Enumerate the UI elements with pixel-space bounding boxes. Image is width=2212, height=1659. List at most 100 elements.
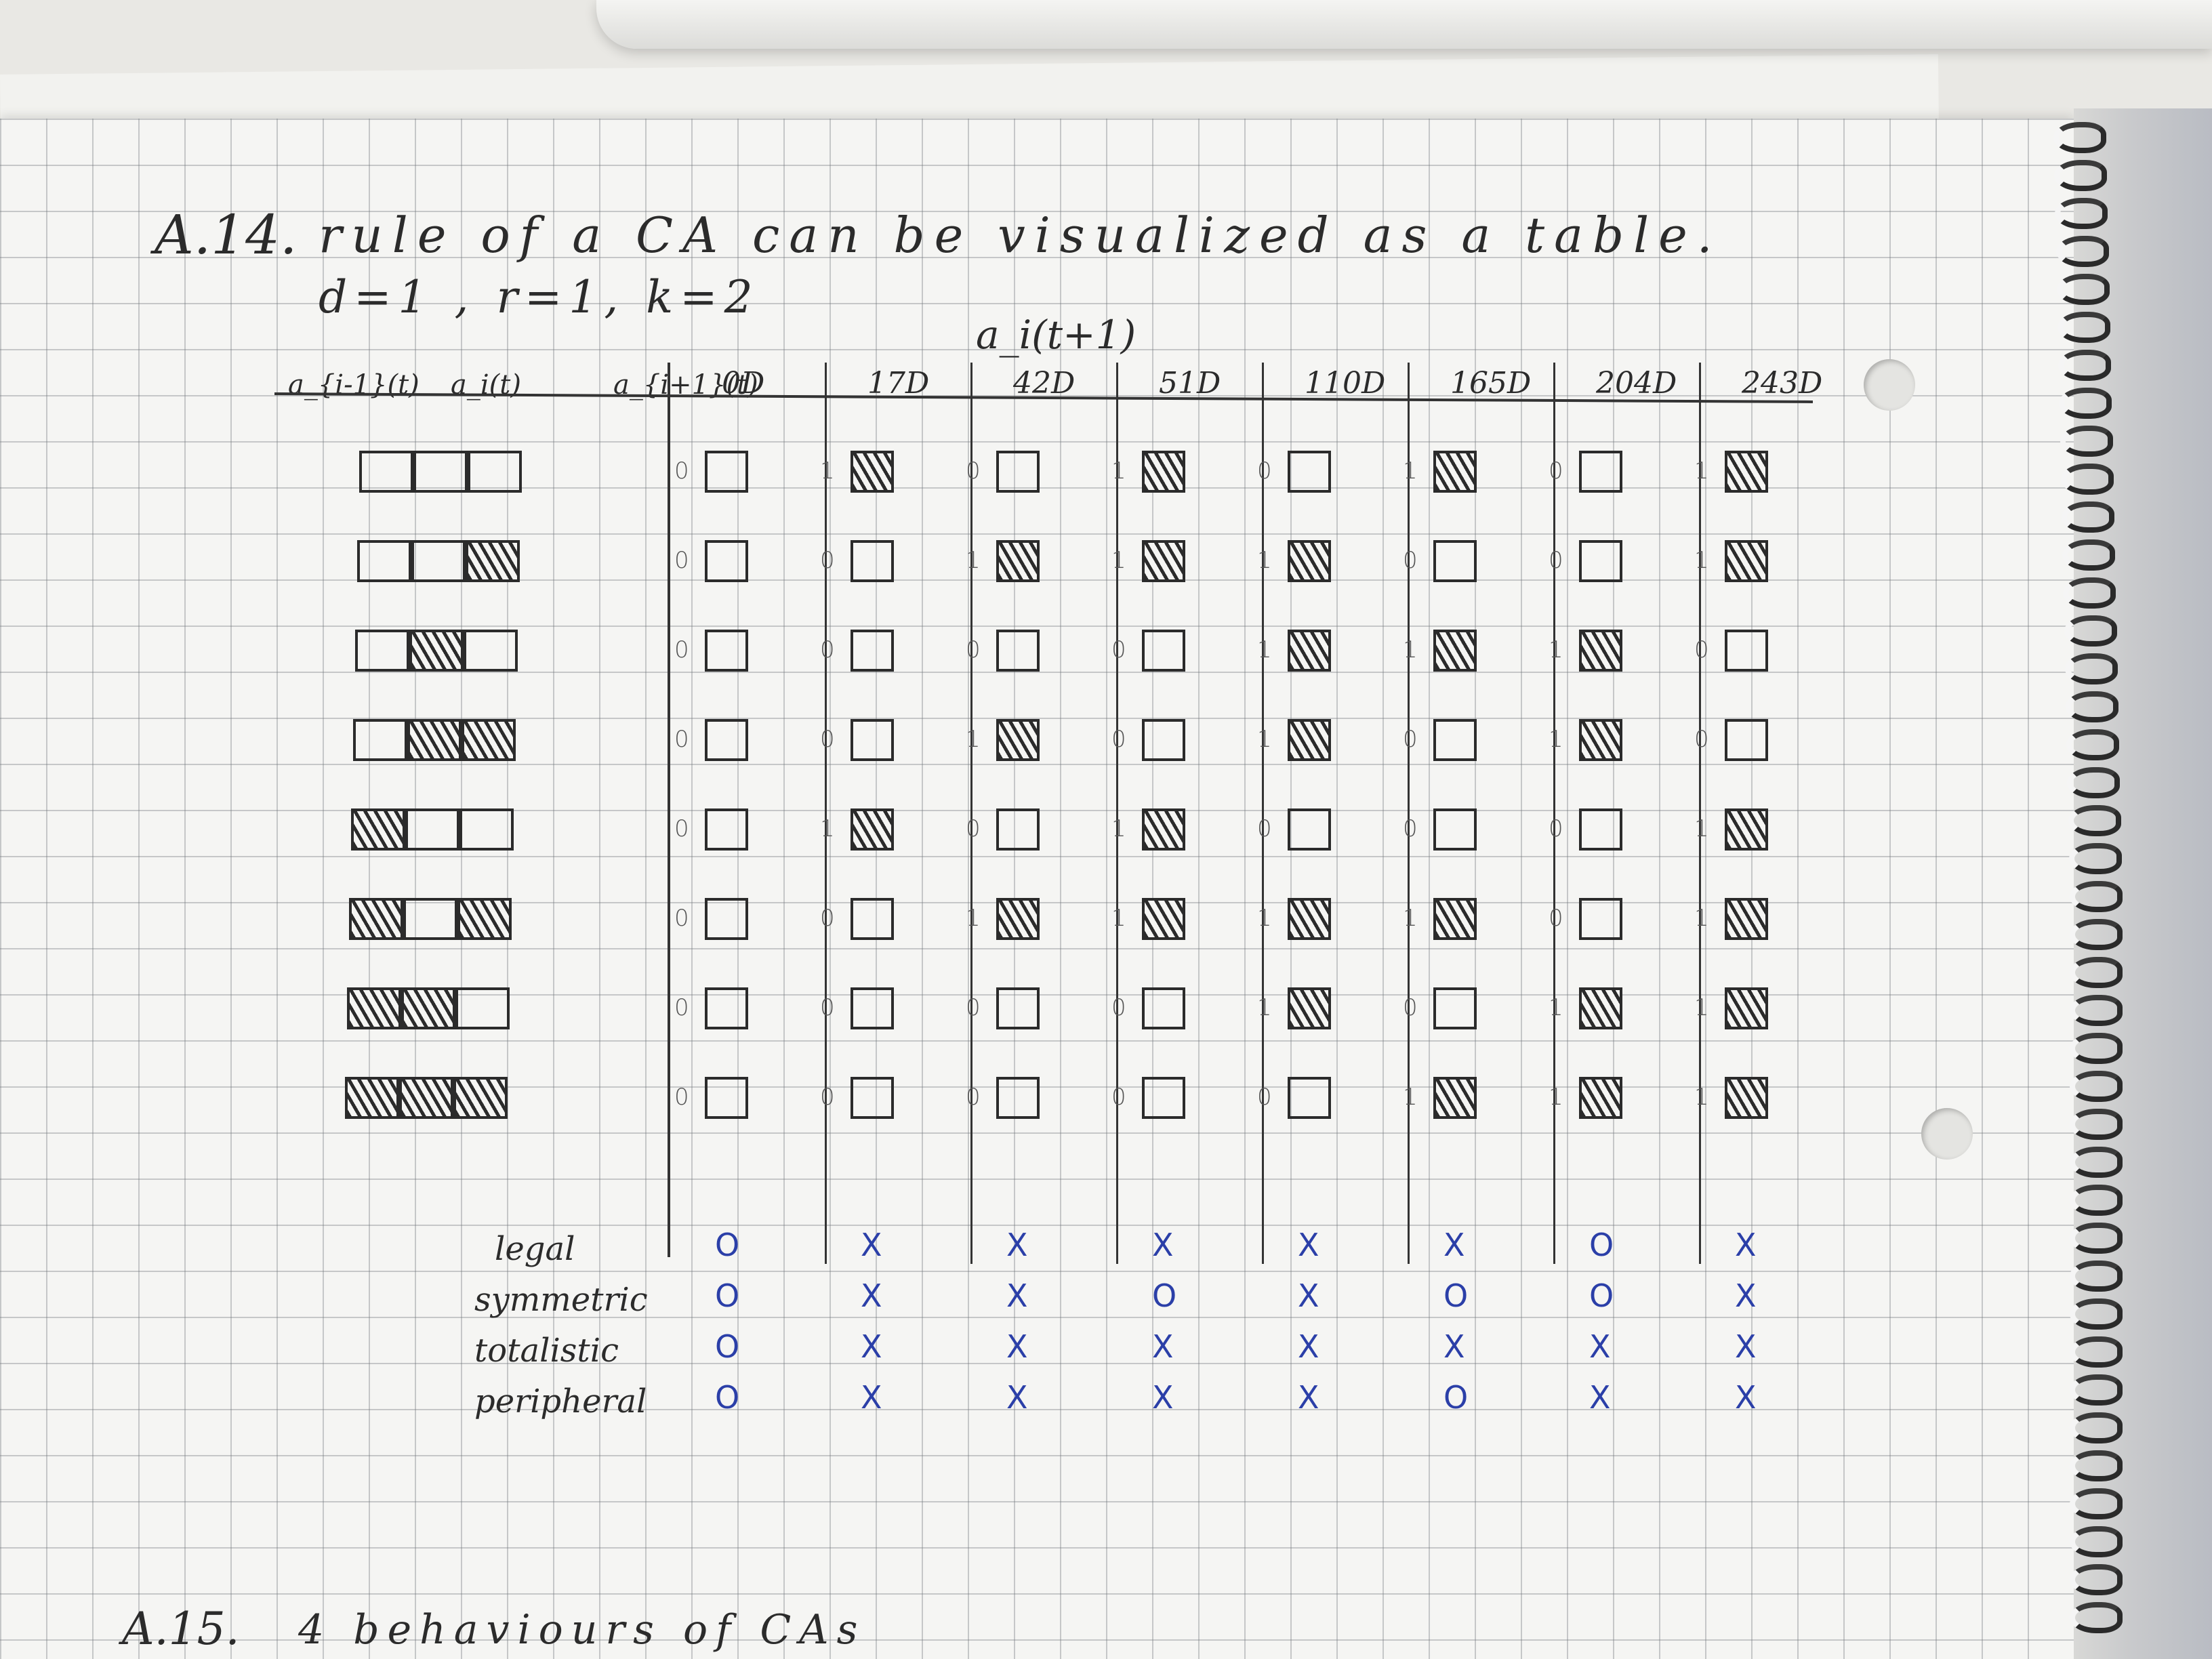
problem-number: A.14. bbox=[155, 203, 298, 266]
output-cell bbox=[1288, 630, 1331, 672]
output-digit: 0 bbox=[674, 636, 689, 663]
output-digit: 0 bbox=[820, 726, 835, 753]
output-digit: 0 bbox=[966, 994, 981, 1021]
neighborhood-cell bbox=[403, 898, 457, 940]
spiral-coil bbox=[2070, 1071, 2123, 1102]
output-cell bbox=[1433, 987, 1477, 1029]
output-digit: 0 bbox=[1111, 994, 1126, 1021]
output-cell bbox=[1725, 808, 1768, 851]
output-digit: 0 bbox=[966, 1084, 981, 1111]
neighborhood-cell bbox=[457, 898, 512, 940]
no-mark: X bbox=[861, 1227, 882, 1263]
output-cell bbox=[705, 540, 748, 582]
output-digit: 0 bbox=[1403, 994, 1418, 1021]
output-digit: 0 bbox=[674, 457, 689, 485]
output-cell bbox=[1288, 898, 1331, 940]
output-digit: 1 bbox=[1403, 457, 1418, 485]
rule-header: 42D bbox=[1013, 366, 1076, 401]
output-digit: 1 bbox=[1694, 1084, 1709, 1111]
output-cell bbox=[1142, 987, 1185, 1029]
output-digit: 0 bbox=[1694, 636, 1709, 663]
no-mark: X bbox=[1735, 1277, 1757, 1314]
output-digit: 1 bbox=[1111, 457, 1126, 485]
spiral-coil bbox=[2053, 122, 2106, 153]
output-digit: 0 bbox=[1549, 547, 1563, 574]
output-cell bbox=[851, 1077, 894, 1119]
output-cell bbox=[1725, 987, 1768, 1029]
output-digit: 0 bbox=[1403, 726, 1418, 753]
spiral-coil bbox=[2063, 577, 2116, 609]
neighborhood-cell bbox=[453, 1077, 508, 1119]
output-digit: 1 bbox=[966, 547, 981, 574]
spiral-coil bbox=[2070, 995, 2123, 1026]
next-problem-number: A.15. bbox=[122, 1603, 240, 1655]
spiral-coil bbox=[2070, 1185, 2123, 1216]
no-mark: X bbox=[1735, 1227, 1757, 1263]
laptop-edge bbox=[596, 0, 2212, 49]
output-digit: 0 bbox=[1549, 905, 1563, 932]
output-cell bbox=[1579, 630, 1622, 672]
heading-text: rule of a CA can be visualized as a tabl… bbox=[319, 207, 1722, 264]
output-cell bbox=[1142, 540, 1185, 582]
output-digit: 1 bbox=[1257, 636, 1272, 663]
neighborhood-cell bbox=[407, 719, 462, 761]
output-cell bbox=[705, 451, 748, 493]
output-digit: 1 bbox=[1111, 547, 1126, 574]
no-mark: X bbox=[1735, 1328, 1757, 1365]
output-cell bbox=[1288, 808, 1331, 851]
output-cell bbox=[705, 898, 748, 940]
no-mark: X bbox=[1152, 1328, 1174, 1365]
heading-params: d=1 , r=1, k=2 bbox=[319, 271, 760, 323]
output-cell bbox=[996, 1077, 1040, 1119]
yes-mark: O bbox=[715, 1227, 740, 1263]
output-cell bbox=[851, 630, 894, 672]
output-cell bbox=[1288, 987, 1331, 1029]
spiral-coil bbox=[2055, 236, 2109, 267]
no-mark: X bbox=[1006, 1227, 1028, 1263]
spiral-coil bbox=[2070, 1412, 2123, 1443]
no-mark: X bbox=[1298, 1379, 1319, 1416]
output-cell bbox=[1288, 1077, 1331, 1119]
yes-mark: O bbox=[1589, 1277, 1614, 1314]
output-cell bbox=[1433, 1077, 1477, 1119]
neighborhood-cell bbox=[462, 719, 516, 761]
output-digit: 1 bbox=[1549, 726, 1563, 753]
no-mark: X bbox=[1006, 1328, 1028, 1365]
output-label: a_i(t+1) bbox=[976, 312, 1136, 358]
output-cell bbox=[1725, 630, 1768, 672]
property-name: legal bbox=[495, 1230, 575, 1268]
spiral-coil bbox=[2056, 274, 2110, 305]
output-digit: 1 bbox=[1549, 994, 1563, 1021]
spiral-coil bbox=[2055, 198, 2108, 229]
spiral-coil bbox=[2070, 1033, 2123, 1064]
column-divider bbox=[1116, 363, 1118, 1264]
no-mark: X bbox=[1006, 1277, 1028, 1314]
punch-hole-top bbox=[1864, 359, 1915, 411]
spiral-coil bbox=[2070, 1298, 2123, 1330]
yes-mark: O bbox=[1152, 1277, 1177, 1314]
column-divider bbox=[1408, 363, 1410, 1264]
column-divider bbox=[1553, 363, 1555, 1264]
property-name: symmetric bbox=[474, 1281, 648, 1319]
output-digit: 0 bbox=[674, 905, 689, 932]
output-digit: 1 bbox=[1403, 1084, 1418, 1111]
spiral-coil bbox=[2064, 653, 2118, 684]
rule-header: 165D bbox=[1450, 366, 1532, 401]
spiral-coil bbox=[2060, 426, 2113, 457]
output-cell bbox=[851, 719, 894, 761]
spiral-coil bbox=[2068, 843, 2122, 874]
output-cell bbox=[1725, 898, 1768, 940]
output-digit: 0 bbox=[820, 636, 835, 663]
output-digit: 1 bbox=[820, 457, 835, 485]
no-mark: X bbox=[1589, 1379, 1611, 1416]
output-cell bbox=[705, 1077, 748, 1119]
output-digit: 0 bbox=[1111, 636, 1126, 663]
output-cell bbox=[1142, 1077, 1185, 1119]
neighborhood-cell bbox=[347, 987, 401, 1029]
output-digit: 1 bbox=[1694, 547, 1709, 574]
spiral-coil bbox=[2070, 919, 2123, 950]
yes-mark: O bbox=[1443, 1379, 1469, 1416]
property-name: peripheral bbox=[474, 1382, 647, 1420]
output-cell bbox=[1579, 898, 1622, 940]
output-cell bbox=[1142, 898, 1185, 940]
